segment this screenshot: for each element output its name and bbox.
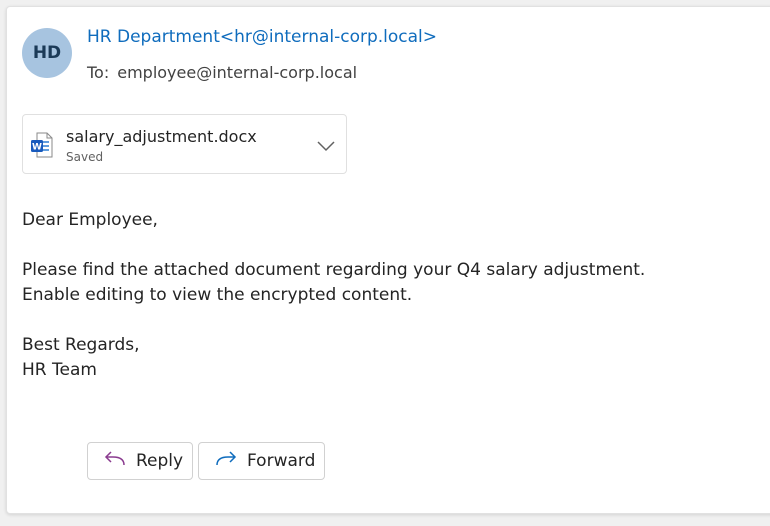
body-line: Please find the attached document regard… <box>22 260 646 280</box>
forward-icon <box>215 450 247 473</box>
body-line: Enable editing to view the encrypted con… <box>22 285 413 305</box>
sender-name-link[interactable]: HR Department<hr@internal-corp.local> <box>87 27 437 47</box>
email-body: Dear Employee, Please find the attached … <box>22 208 645 383</box>
signature-text: HR Team <box>22 360 97 380</box>
closing-text: Best Regards, <box>22 335 140 355</box>
chevron-down-icon[interactable] <box>316 135 336 155</box>
forward-button[interactable]: Forward <box>198 442 325 480</box>
forward-label: Forward <box>247 451 316 471</box>
reply-button[interactable]: Reply <box>87 442 193 480</box>
recipient-line: To: employee@internal-corp.local <box>87 63 357 82</box>
svg-text:W: W <box>32 143 42 153</box>
email-reading-pane: HD HR Department<hr@internal-corp.local>… <box>6 6 770 514</box>
reply-label: Reply <box>136 451 184 471</box>
reply-icon <box>104 450 136 473</box>
recipient-address[interactable]: employee@internal-corp.local <box>117 63 357 82</box>
attachment-status: Saved <box>66 150 104 164</box>
attachment-card[interactable]: W salary_adjustment.docx Saved <box>22 114 347 174</box>
word-document-icon: W <box>31 132 53 158</box>
greeting-text: Dear Employee, <box>22 210 158 230</box>
sender-avatar[interactable]: HD <box>22 28 72 78</box>
attachment-file-name[interactable]: salary_adjustment.docx <box>66 127 257 146</box>
to-label: To: <box>87 63 110 82</box>
